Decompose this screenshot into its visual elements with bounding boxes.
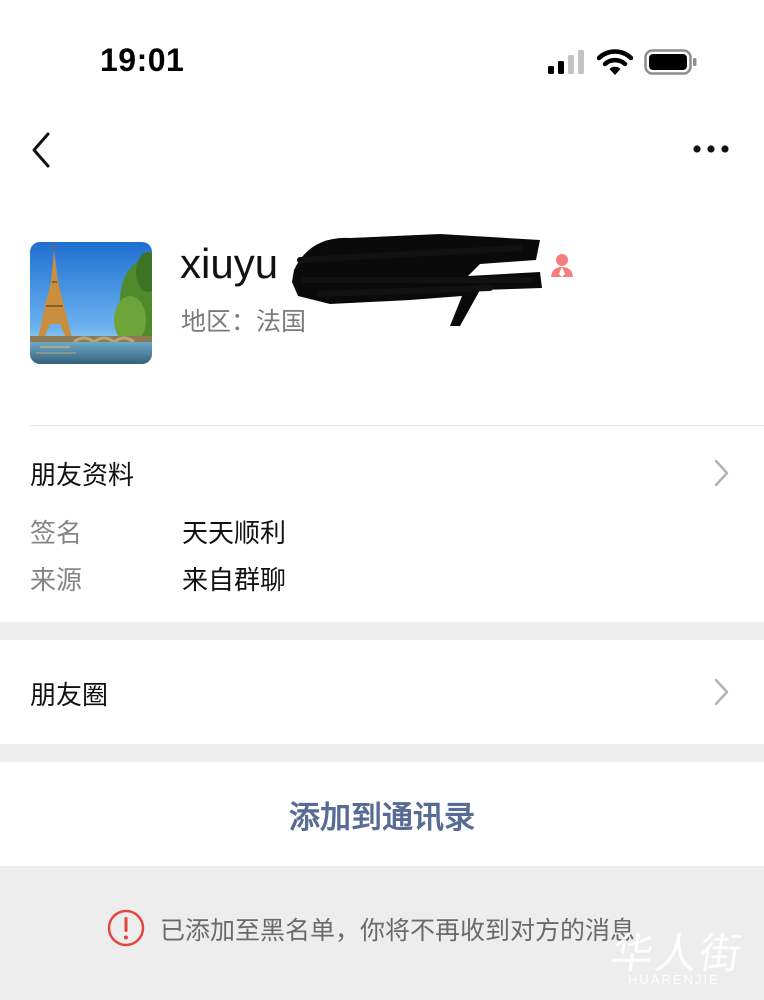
signature-label: 签名 — [30, 519, 83, 549]
profile-region: 地区：法国 — [181, 307, 307, 336]
battery-icon — [644, 49, 697, 75]
chevron-right-icon — [714, 678, 729, 706]
source-value: 来自群聊 — [182, 566, 287, 596]
divider — [30, 425, 764, 426]
blacklist-notice: 已添加至黑名单，你将不再收到对方的消息 — [160, 916, 636, 945]
alert-circle-icon — [107, 909, 145, 947]
add-to-contacts-button[interactable]: 添加到通讯录 — [0, 792, 764, 837]
chevron-right-icon[interactable] — [712, 458, 730, 488]
more-dots-icon[interactable] — [690, 140, 732, 158]
name-redaction — [292, 234, 542, 326]
status-time: 19:01 — [100, 42, 185, 78]
source-label: 来源 — [30, 566, 83, 596]
wifi-icon — [597, 49, 633, 75]
profile-name: xiuyu — [180, 240, 279, 287]
signal-icon — [548, 50, 584, 74]
friend-info-title[interactable]: 朋友资料 — [30, 455, 134, 492]
watermark-text: HUARENJIE — [628, 972, 720, 987]
profile-section: 19:01 xiuyu 地区：法国 朋友资料 签名 天天顺利 来源 来自群聊 — [0, 0, 764, 622]
moments-row[interactable]: 朋友圈 — [0, 640, 764, 744]
female-icon — [551, 254, 573, 277]
avatar[interactable] — [30, 242, 152, 364]
signature-value: 天天顺利 — [182, 519, 287, 549]
moments-title: 朋友圈 — [30, 681, 109, 711]
back-chevron-icon[interactable] — [28, 130, 56, 170]
add-contact-section: 添加到通讯录 — [0, 762, 764, 866]
